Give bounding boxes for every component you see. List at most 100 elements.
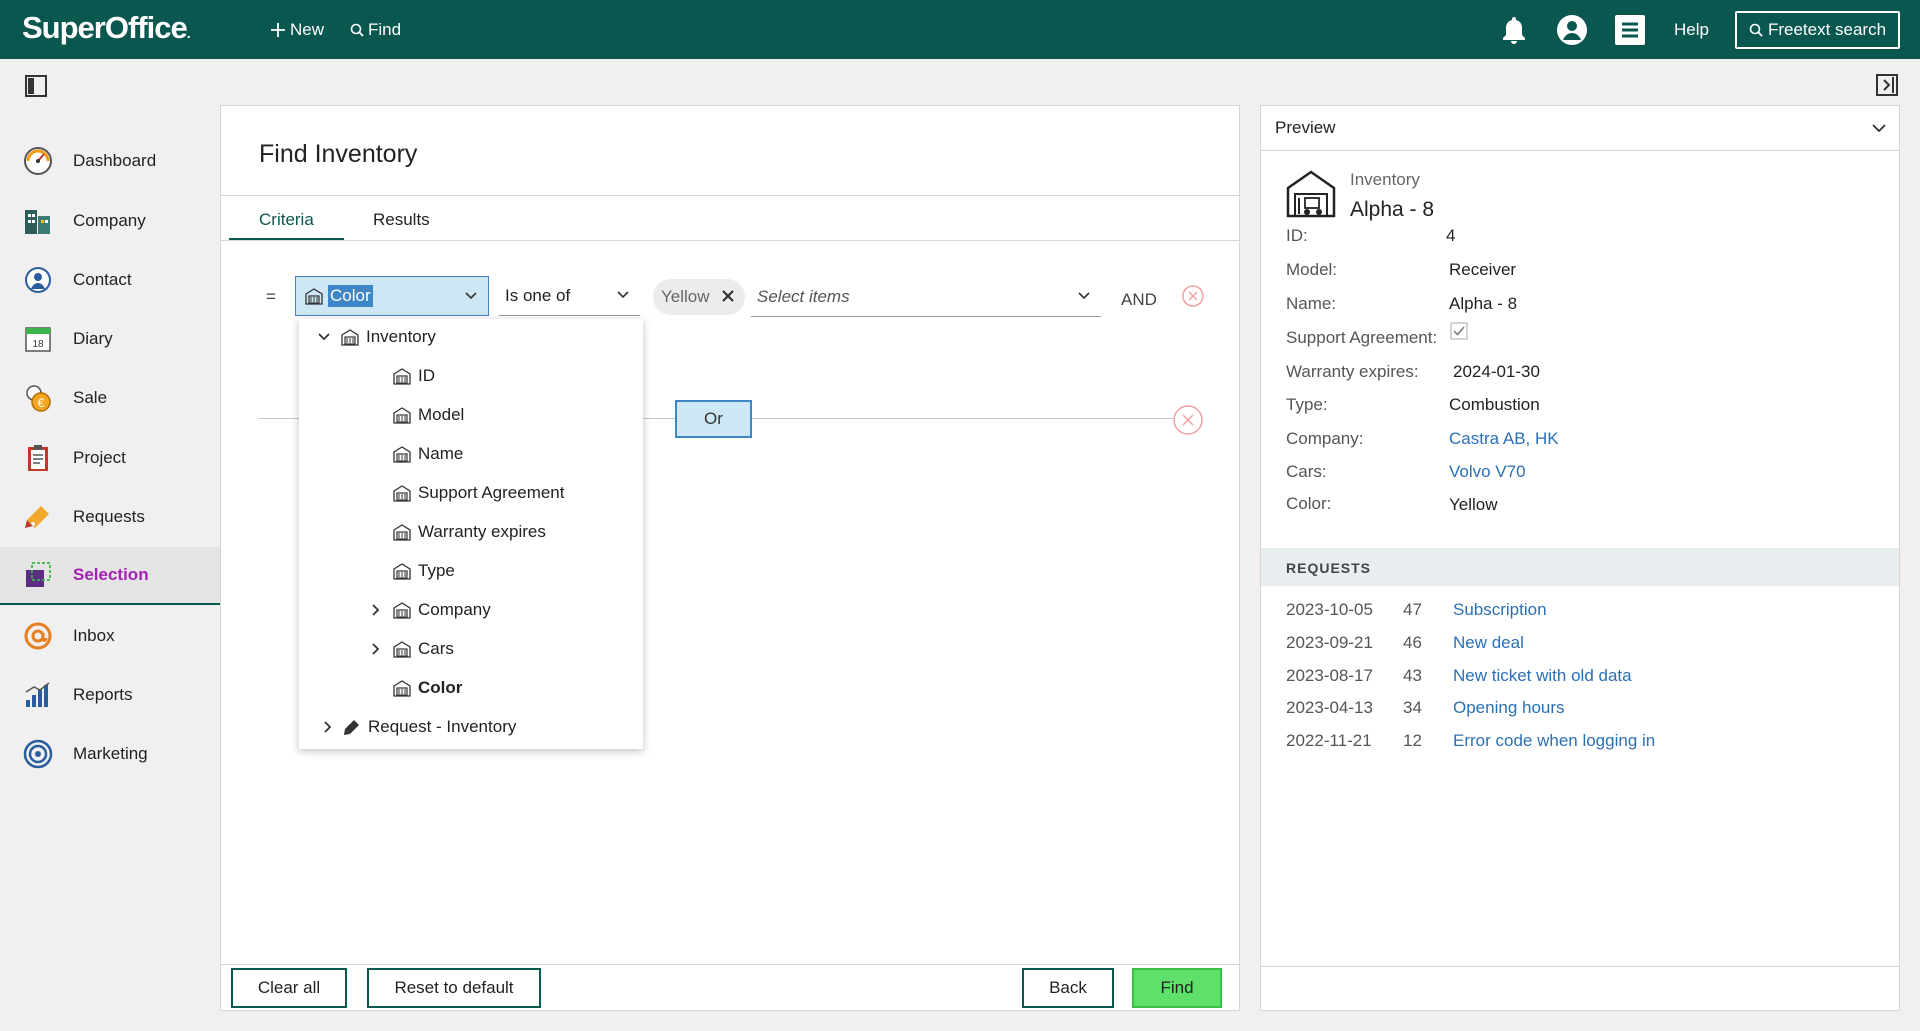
ticket-icon [341,716,363,738]
tree-node-company[interactable]: Company [369,591,491,629]
sidebar-item-company[interactable]: Company [0,192,220,250]
remove-group-icon[interactable] [1171,403,1205,437]
inventory-icon [339,326,361,348]
tab-results[interactable]: Results [373,210,430,230]
field-tree-dropdown: Inventory ID Model Name Support Agreemen… [299,319,643,749]
reset-to-default-button[interactable]: Reset to default [367,968,541,1008]
request-id: 43 [1403,666,1422,685]
buildings-icon [22,205,54,237]
calendar-icon: 18 [22,323,54,355]
inventory-icon [391,365,413,387]
svg-text:€: € [38,396,45,410]
tab-criteria[interactable]: Criteria [259,210,314,230]
or-button[interactable]: Or [675,400,752,438]
and-label[interactable]: AND [1121,290,1157,310]
help-link[interactable]: Help [1674,20,1709,40]
request-title-link[interactable]: New deal [1453,633,1524,653]
sidebar-item-contact[interactable]: Contact [0,251,220,309]
sidebar: Dashboard Company Contact 18 Diary € Sal… [0,59,220,1031]
sidebar-item-requests[interactable]: Requests [0,488,220,546]
chevron-down-icon[interactable] [1871,120,1887,136]
find-submit-button[interactable]: Find [1132,968,1222,1008]
find-panel: Find Inventory Criteria Results = Color … [220,105,1240,1011]
remove-chip-icon[interactable] [719,287,737,305]
preview-header[interactable]: Preview [1261,106,1899,151]
find-button[interactable]: Find [350,20,401,40]
tree-node-cars[interactable]: Cars [369,630,454,668]
bell-icon[interactable] [1498,14,1530,46]
superoffice-logo[interactable]: SuperOffice. [22,10,191,46]
inventory-icon [391,560,413,582]
person-icon [22,264,54,296]
request-title-link[interactable]: New ticket with old data [1453,666,1632,686]
entity-type-label: Inventory [1350,170,1420,189]
chevron-right-icon[interactable] [369,603,383,617]
tree-node-color[interactable]: Color [391,669,462,707]
field-label-cars: Cars: [1286,462,1327,481]
support-agreement-checkbox [1450,322,1468,340]
field-value-id: 4 [1446,226,1456,245]
inventory-icon [391,599,413,621]
tree-node-support-agreement[interactable]: Support Agreement [391,474,564,512]
sidebar-item-dashboard[interactable]: Dashboard [0,132,220,190]
freetext-search-button[interactable]: Freetext search [1735,11,1900,49]
field-label-id: ID: [1286,226,1308,245]
sidebar-item-inbox[interactable]: Inbox [0,607,220,665]
search-icon [1749,23,1763,37]
menu-icon[interactable] [1614,14,1646,46]
tree-node-name[interactable]: Name [391,435,463,473]
tree-node-warranty-expires[interactable]: Warranty expires [391,513,546,551]
request-id: 34 [1403,698,1422,717]
user-icon[interactable] [1556,14,1588,46]
tree-node-request-inventory[interactable]: Request - Inventory [321,708,516,746]
inventory-icon [391,443,413,465]
criteria-prefix: = [266,287,276,306]
field-value-color: Yellow [1449,495,1498,514]
tree-node-type[interactable]: Type [391,552,455,590]
request-title-link[interactable]: Error code when logging in [1453,731,1655,751]
divider [1261,966,1899,967]
sidebar-item-sale[interactable]: € Sale [0,369,220,427]
field-value-company-link[interactable]: Castra AB, HK [1449,429,1559,449]
items-select[interactable]: Select items [751,277,1101,317]
collapse-preview-icon[interactable] [1876,74,1898,96]
request-title-link[interactable]: Opening hours [1453,698,1565,718]
chevron-down-icon[interactable] [317,330,331,344]
sidebar-item-selection[interactable]: Selection [0,547,220,605]
operator-select[interactable]: Is one of [499,276,640,316]
sidebar-toggle-icon[interactable] [25,75,47,97]
request-title-link[interactable]: Subscription [1453,600,1547,620]
requests-section-header: REQUESTS [1261,548,1899,586]
chevron-down-icon [617,291,629,299]
request-date: 2023-08-17 [1286,666,1373,685]
tree-node-model[interactable]: Model [391,396,464,434]
request-date: 2023-04-13 [1286,698,1373,717]
field-value-warranty-expires: 2024-01-30 [1453,362,1540,381]
chevron-right-icon[interactable] [369,642,383,656]
new-button[interactable]: New [270,20,324,40]
tree-node-inventory[interactable]: Inventory [317,318,436,356]
request-date: 2023-10-05 [1286,600,1373,619]
remove-criteria-icon[interactable] [1181,284,1205,308]
request-id: 47 [1403,600,1422,619]
value-chip: Yellow [653,279,745,315]
clipboard-icon [22,442,54,474]
divider [221,240,1239,241]
tree-node-id[interactable]: ID [391,357,435,395]
divider [221,195,1239,196]
sidebar-item-marketing[interactable]: Marketing [0,725,220,783]
request-id: 12 [1403,731,1422,750]
back-button[interactable]: Back [1022,968,1114,1008]
field-select[interactable]: Color [295,276,489,316]
inventory-icon [391,677,413,699]
field-label-support-agreement: Support Agreement: [1286,328,1438,347]
sidebar-item-diary[interactable]: 18 Diary [0,310,220,368]
request-date: 2023-09-21 [1286,633,1373,652]
chevron-right-icon[interactable] [321,720,335,734]
sidebar-item-project[interactable]: Project [0,429,220,487]
sidebar-item-reports[interactable]: Reports [0,666,220,724]
coins-icon: € [22,382,54,414]
request-date: 2022-11-21 [1286,731,1372,750]
clear-all-button[interactable]: Clear all [231,968,347,1008]
field-value-cars-link[interactable]: Volvo V70 [1449,462,1526,482]
